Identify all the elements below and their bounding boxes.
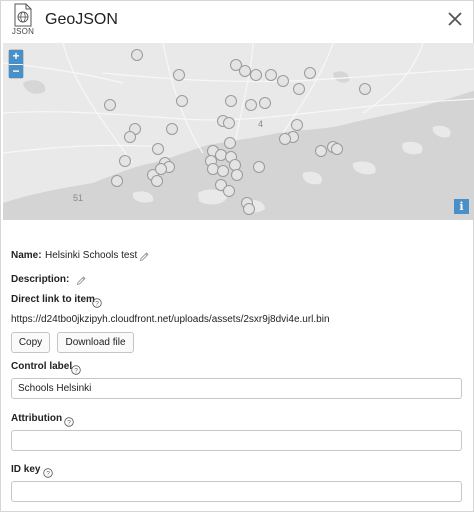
school-marker[interactable] (151, 175, 163, 187)
school-marker[interactable] (331, 143, 343, 155)
control-label-help-icon[interactable]: ? (71, 362, 81, 375)
copy-button[interactable]: Copy (11, 332, 50, 353)
school-marker[interactable] (265, 69, 277, 81)
school-marker[interactable] (250, 69, 262, 81)
school-marker[interactable] (223, 185, 235, 197)
school-marker[interactable] (293, 83, 305, 95)
id-key-input[interactable] (11, 481, 462, 502)
direct-link-help-icon[interactable]: ? (92, 295, 102, 308)
school-marker[interactable] (207, 163, 219, 175)
svg-text:?: ? (74, 367, 78, 374)
school-marker[interactable] (229, 159, 241, 171)
school-marker[interactable] (239, 65, 251, 77)
school-marker[interactable] (152, 143, 164, 155)
download-file-button[interactable]: Download file (57, 332, 134, 353)
school-marker[interactable] (304, 67, 316, 79)
zoom-control: + − (9, 50, 23, 78)
id-key-label: ID key (11, 464, 41, 475)
json-file-icon: JSON (10, 3, 36, 37)
school-marker[interactable] (359, 83, 371, 95)
zoom-out-button[interactable]: − (9, 64, 23, 78)
school-marker[interactable] (253, 161, 265, 173)
school-marker[interactable] (259, 97, 271, 109)
school-marker[interactable] (166, 123, 178, 135)
description-label: Description: (11, 274, 70, 285)
name-value: Helsinki Schools test (45, 250, 138, 261)
school-marker[interactable] (245, 99, 257, 111)
school-marker[interactable] (243, 203, 255, 215)
file-type-label: JSON (11, 27, 35, 36)
school-marker[interactable] (315, 145, 327, 157)
dialog-title: GeoJSON (45, 11, 118, 28)
control-label-label: Control label (11, 361, 73, 372)
attribution-help-icon[interactable]: ? (64, 414, 74, 427)
attribution-label: Attribution (11, 413, 63, 424)
school-marker[interactable] (277, 75, 289, 87)
attribution-input[interactable] (11, 430, 462, 451)
school-marker[interactable] (279, 133, 291, 145)
control-label-input[interactable] (11, 378, 462, 399)
close-icon[interactable] (446, 10, 464, 28)
school-marker[interactable] (224, 137, 236, 149)
direct-link-url[interactable]: https://d24tbo0jkzipyh.cloudfront.net/up… (11, 314, 330, 325)
zoom-in-button[interactable]: + (9, 50, 23, 64)
school-marker[interactable] (225, 95, 237, 107)
school-marker[interactable] (173, 69, 185, 81)
school-marker[interactable] (231, 169, 243, 181)
school-marker[interactable] (124, 131, 136, 143)
map-label-road: 51 (73, 193, 84, 203)
edit-description-pencil-icon[interactable] (76, 273, 87, 286)
school-marker[interactable] (119, 155, 131, 167)
id-key-help-icon[interactable]: ? (43, 465, 53, 478)
svg-text:?: ? (95, 300, 99, 307)
info-button[interactable]: i (454, 199, 469, 214)
school-marker[interactable] (131, 49, 143, 61)
map-label-road: 4 (258, 119, 264, 129)
school-marker[interactable] (104, 99, 116, 111)
edit-name-pencil-icon[interactable] (139, 249, 150, 262)
name-label: Name: (11, 250, 42, 261)
svg-text:?: ? (67, 419, 71, 426)
school-marker[interactable] (217, 165, 229, 177)
dialog-header: JSON GeoJSON (0, 0, 474, 42)
svg-text:?: ? (46, 470, 50, 477)
school-marker[interactable] (155, 163, 167, 175)
school-marker[interactable] (215, 149, 227, 161)
map-preview[interactable]: 4 51 + − i (3, 43, 474, 220)
school-marker[interactable] (223, 117, 235, 129)
school-marker[interactable] (111, 175, 123, 187)
school-marker[interactable] (176, 95, 188, 107)
direct-link-label: Direct link to item (11, 294, 95, 305)
school-marker[interactable] (291, 119, 303, 131)
